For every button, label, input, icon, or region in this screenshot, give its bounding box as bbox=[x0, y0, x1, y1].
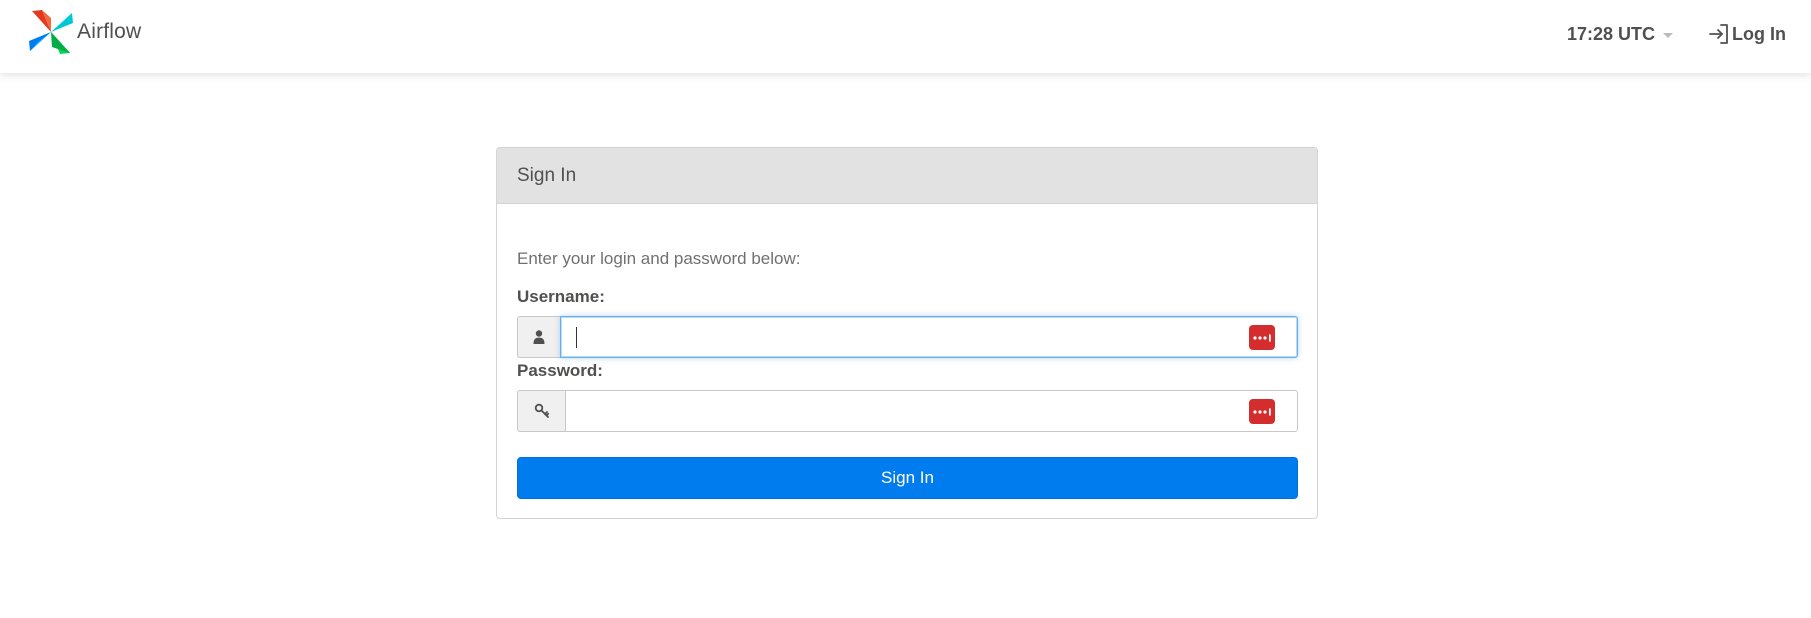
password-input-group bbox=[517, 390, 1298, 432]
password-addon bbox=[517, 390, 565, 432]
key-icon bbox=[534, 403, 549, 418]
clock-time: 17:28 UTC bbox=[1567, 23, 1656, 44]
airflow-logo-icon bbox=[29, 10, 73, 54]
username-input-group bbox=[517, 316, 1298, 358]
panel-heading: Sign In bbox=[497, 148, 1317, 204]
login-link[interactable]: Log In bbox=[1707, 22, 1786, 46]
panel-title: Sign In bbox=[517, 164, 577, 186]
password-label: Password: bbox=[517, 361, 603, 380]
login-instruction: Enter your login and password below: bbox=[517, 249, 801, 268]
username-label: Username: bbox=[517, 287, 605, 306]
clock-dropdown[interactable]: 17:28 UTC bbox=[1567, 22, 1674, 46]
username-input[interactable] bbox=[561, 317, 1297, 357]
sign-in-button[interactable]: Sign In bbox=[517, 457, 1298, 499]
text-cursor bbox=[576, 327, 577, 348]
sign-in-panel: Sign In Enter your login and password be… bbox=[496, 147, 1318, 519]
sign-in-icon bbox=[1709, 24, 1728, 44]
password-manager-icon[interactable] bbox=[1249, 325, 1275, 350]
username-addon bbox=[517, 316, 560, 358]
password-field-wrapper bbox=[565, 390, 1298, 432]
brand-link[interactable]: Airflow bbox=[28, 9, 141, 55]
user-icon bbox=[533, 330, 545, 344]
top-navbar: Airflow 17:28 UTC Log In bbox=[0, 0, 1811, 73]
username-field-wrapper bbox=[560, 316, 1298, 358]
login-label: Log In bbox=[1732, 23, 1786, 44]
chevron-down-icon bbox=[1663, 32, 1674, 38]
brand-name: Airflow bbox=[77, 20, 142, 43]
password-manager-icon[interactable] bbox=[1249, 399, 1275, 424]
password-input[interactable] bbox=[566, 391, 1297, 431]
